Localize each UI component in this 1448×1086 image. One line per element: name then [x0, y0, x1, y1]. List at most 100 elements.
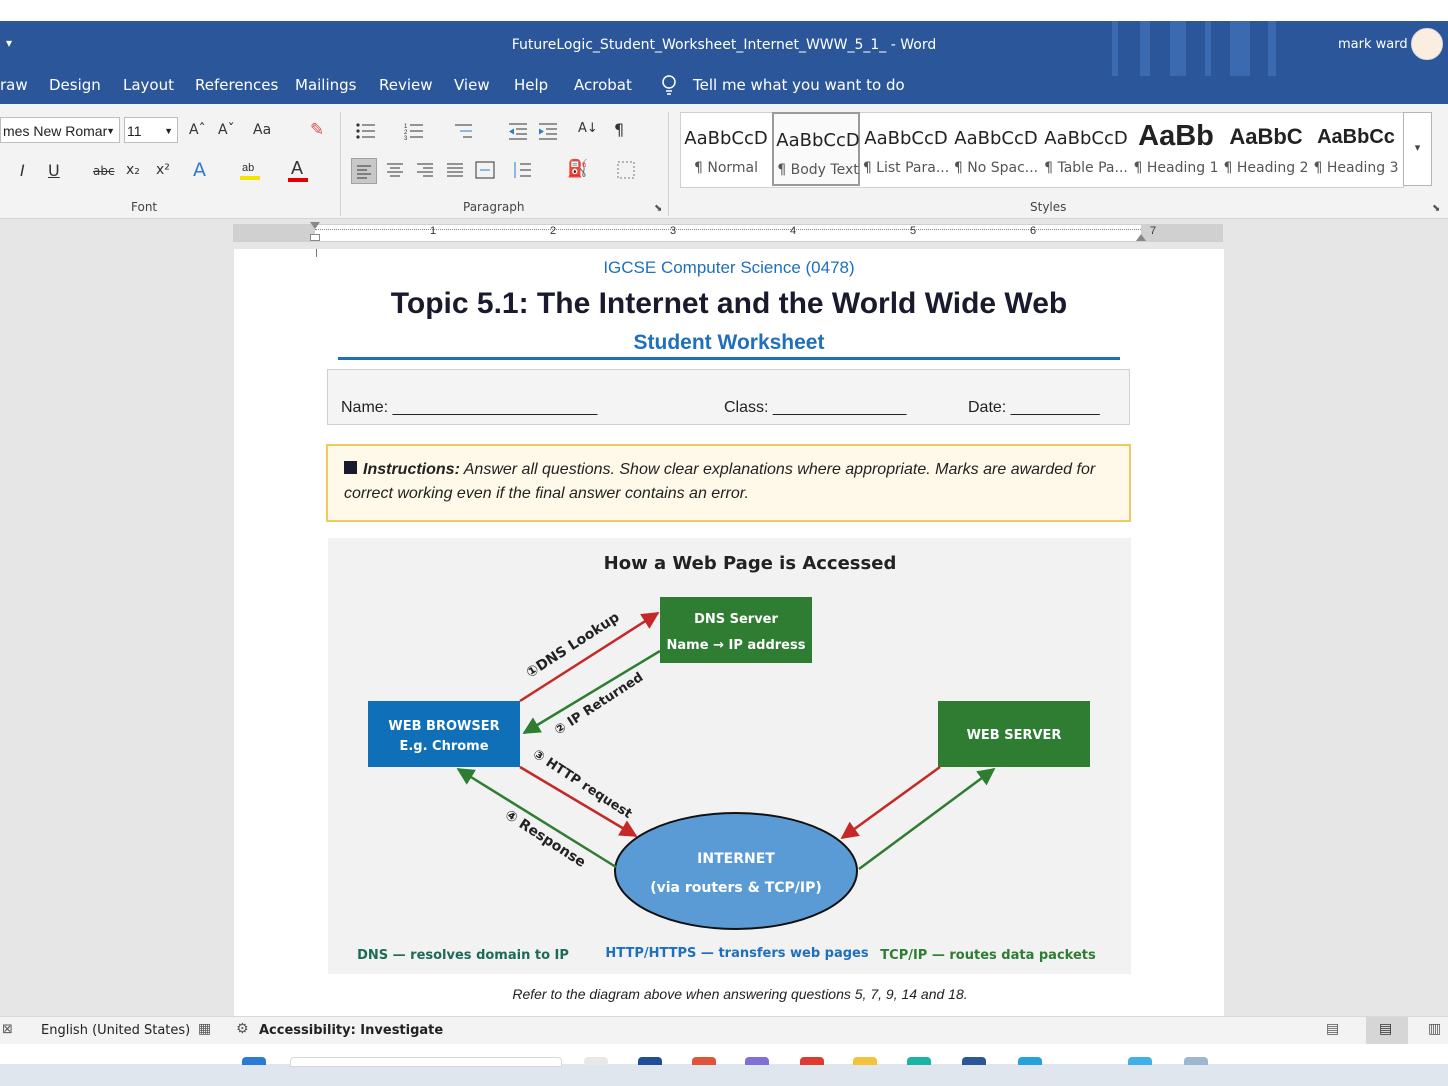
superscript-button[interactable]: x² — [156, 162, 170, 178]
style-heading-3[interactable]: AaBbCc ¶ Heading 3 — [1312, 112, 1400, 186]
first-line-indent-marker[interactable] — [310, 222, 320, 229]
user-name[interactable]: mark ward — [1338, 37, 1408, 52]
internet-label: INTERNET — [697, 851, 775, 867]
taskbar-search[interactable] — [290, 1057, 562, 1067]
dialog-launcher-icon[interactable]: ⬊ — [1432, 203, 1440, 214]
app-icon[interactable] — [962, 1057, 986, 1065]
align-right-icon[interactable] — [416, 162, 434, 178]
style-name: ¶ Heading 1 — [1133, 160, 1219, 176]
tab-design[interactable]: Design — [49, 76, 101, 94]
borders-icon[interactable] — [617, 161, 635, 179]
ruler-number: 6 — [1030, 225, 1037, 237]
web-layout-icon[interactable]: ▥ — [1428, 1021, 1441, 1037]
increase-indent-icon[interactable] — [538, 122, 558, 140]
tab-view[interactable]: View — [454, 76, 490, 94]
edge-icon[interactable] — [907, 1057, 931, 1065]
style-no-spacing[interactable]: AaBbCcD ¶ No Spac... — [952, 112, 1040, 186]
text-predictions-icon[interactable]: ▦ — [198, 1021, 211, 1037]
strikethrough-button[interactable]: abc — [93, 164, 115, 178]
bullets-icon[interactable] — [356, 122, 376, 140]
app-icon[interactable] — [1018, 1057, 1042, 1065]
language-status[interactable]: English (United States) — [41, 1023, 190, 1038]
change-case-button[interactable]: Aa — [253, 122, 271, 138]
page-title: Topic 5.1: The Internet and the World Wi… — [390, 287, 1068, 320]
font-size-combo[interactable]: 11 ▼ — [124, 117, 178, 143]
tab-mailings[interactable]: Mailings — [295, 76, 356, 94]
tab-acrobat[interactable]: Acrobat — [574, 76, 632, 94]
app-icon[interactable] — [692, 1057, 716, 1065]
highlight-swatch — [240, 176, 260, 180]
style-sample: AaBbCc — [1317, 126, 1395, 148]
subscript-button[interactable]: x₂ — [126, 162, 140, 178]
avatar[interactable] — [1411, 28, 1443, 60]
shading-icon[interactable]: ⛽ — [567, 159, 588, 179]
style-list-paragraph[interactable]: AaBbCcD ¶ List Para... — [862, 112, 950, 186]
file-explorer-icon[interactable] — [853, 1057, 877, 1065]
clear-formatting-icon[interactable]: ✎ — [310, 120, 324, 140]
taskbar — [0, 1044, 1448, 1086]
style-sample: AaBb — [1138, 120, 1214, 152]
highlighter-icon: ab — [242, 162, 255, 174]
tab-layout[interactable]: Layout — [123, 76, 174, 94]
style-heading-2[interactable]: AaBbC ¶ Heading 2 — [1222, 112, 1310, 186]
font-color-button[interactable]: A — [288, 158, 308, 182]
styles-more-button[interactable]: ▾ — [1403, 112, 1432, 186]
taskview-icon[interactable] — [584, 1057, 608, 1065]
teams-icon[interactable] — [745, 1057, 769, 1065]
start-icon[interactable] — [242, 1057, 266, 1065]
class-field[interactable]: Class: _______________ — [724, 399, 906, 417]
grow-font-button[interactable]: Aˆ — [189, 122, 206, 138]
app-icon[interactable] — [638, 1057, 662, 1065]
style-heading-1[interactable]: AaBb ¶ Heading 1 — [1132, 112, 1220, 186]
style-name: ¶ No Spac... — [953, 160, 1039, 176]
font-size-value: 11 — [127, 123, 142, 139]
tab-help[interactable]: Help — [514, 76, 548, 94]
word-icon[interactable] — [1128, 1057, 1152, 1065]
numbering-icon[interactable]: 123 — [404, 122, 424, 140]
read-mode-icon[interactable]: ▤ — [1326, 1021, 1339, 1037]
sort-icon[interactable]: A↓ — [578, 121, 598, 136]
student-info-box: Name: _______________________ Class: ___… — [327, 369, 1130, 425]
style-normal[interactable]: AaBbCcD ¶ Normal — [682, 112, 770, 186]
text-effects-icon[interactable]: A — [193, 159, 206, 181]
dialog-launcher-icon[interactable]: ⬊ — [654, 203, 662, 214]
left-indent-marker[interactable] — [310, 234, 320, 241]
shrink-font-button[interactable]: Aˇ — [218, 122, 235, 138]
justify-icon[interactable] — [446, 162, 464, 178]
distributed-icon[interactable] — [475, 161, 495, 179]
ruler-ticks — [315, 229, 1141, 230]
accessibility-status[interactable]: Accessibility: Investigate — [259, 1023, 443, 1038]
style-body-text[interactable]: AaBbCcD ¶ Body Text — [772, 112, 860, 186]
app-icon[interactable] — [1184, 1057, 1208, 1065]
highlight-color-button[interactable]: ab — [240, 162, 260, 180]
legend-http: HTTP/HTTPS — transfers web pages — [605, 946, 868, 961]
font-color-swatch — [288, 178, 308, 182]
date-field[interactable]: Date: __________ — [968, 399, 1100, 417]
horizontal-ruler[interactable]: 1 2 3 4 5 6 7 — [233, 222, 1223, 242]
align-center-icon[interactable] — [386, 162, 404, 178]
multilevel-list-icon[interactable] — [453, 122, 473, 140]
text-boundary-mark — [316, 249, 317, 257]
name-field[interactable]: Name: _______________________ — [341, 399, 597, 417]
paragraph-group-label: Paragraph — [463, 200, 525, 214]
app-icon[interactable] — [800, 1057, 824, 1065]
style-table-paragraph[interactable]: AaBbCcD ¶ Table Pa... — [1042, 112, 1130, 186]
tell-me-search[interactable]: Tell me what you want to do — [693, 76, 905, 94]
tab-references[interactable]: References — [195, 76, 278, 94]
italic-button[interactable]: I — [20, 161, 25, 180]
line-spacing-icon[interactable] — [512, 161, 532, 179]
font-name-combo[interactable]: mes New Romar ▼ — [0, 117, 120, 143]
tab-review[interactable]: Review — [379, 76, 433, 94]
window-title: FutureLogic_Student_Worksheet_Internet_W… — [511, 37, 937, 53]
align-left-button[interactable] — [351, 158, 377, 184]
decrease-indent-icon[interactable] — [508, 122, 528, 140]
document-page[interactable]: IGCSE Computer Science (0478) Topic 5.1:… — [234, 249, 1224, 1019]
underline-button[interactable]: U — [48, 161, 60, 180]
proofing-icon[interactable]: ⊠ — [2, 1022, 13, 1037]
web-browser-sublabel: E.g. Chrome — [399, 739, 488, 754]
print-layout-button[interactable]: ▤ — [1366, 1017, 1408, 1045]
right-indent-marker[interactable] — [1136, 234, 1146, 241]
show-formatting-button[interactable]: ¶ — [614, 120, 624, 139]
style-name: ¶ List Para... — [862, 160, 950, 176]
tab-draw[interactable]: raw — [0, 76, 28, 94]
